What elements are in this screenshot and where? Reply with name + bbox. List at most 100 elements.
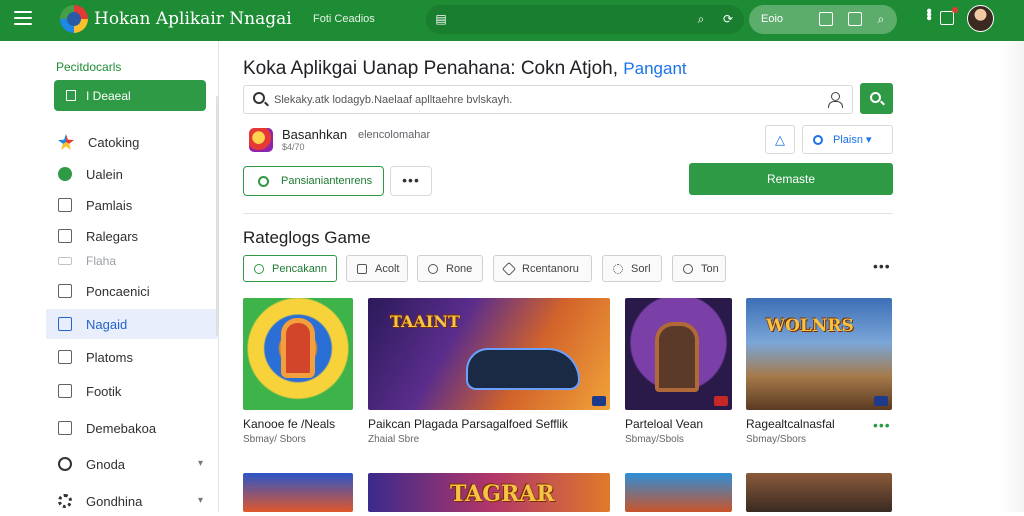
game-art-title: TAGRAR	[450, 481, 555, 507]
game-card-image[interactable]	[625, 473, 732, 512]
sidebar-item-label: Ualein	[86, 166, 123, 182]
chip-label: Pencakann	[272, 262, 328, 275]
game-card-image[interactable]: TAAINT	[368, 298, 610, 410]
sidebar-item-label: Footik	[86, 383, 122, 399]
game-card-image[interactable]: WOLNRS	[746, 298, 892, 410]
sidebar-item-label: Pamlais	[86, 197, 133, 213]
sidebar-primary-button[interactable]: I Deaeal	[54, 80, 206, 111]
search-icon	[258, 175, 269, 187]
game-card-title[interactable]: Paikcan Plagada Parsagalfoed Sefflik	[368, 417, 568, 431]
sidebar-item-gnoda[interactable]: Gnoda ▾	[46, 449, 219, 479]
primary-action-button[interactable]: Remaste	[689, 163, 893, 195]
top-link[interactable]: Foti Ceadios	[313, 13, 375, 25]
pill-label: Eoio	[761, 13, 784, 25]
filter-chip-pencakann[interactable]: Pencakann	[243, 255, 337, 282]
sidebar-item-flaha[interactable]: Flaha	[46, 246, 219, 276]
sidebar-item-ualein[interactable]: Ualein	[46, 159, 219, 189]
minus-icon	[58, 257, 72, 265]
page-title-link[interactable]: Pangant	[623, 59, 686, 78]
divider	[243, 213, 893, 214]
search-button[interactable]	[860, 83, 893, 114]
notification-icon[interactable]	[940, 7, 958, 25]
game-card-image[interactable]: TAGRAR	[368, 473, 610, 512]
search-icon	[253, 92, 265, 104]
sidebar-item-footik[interactable]: Footik	[46, 376, 219, 406]
check-circle-icon	[254, 263, 264, 274]
more-vertical-icon[interactable]: •••	[920, 8, 937, 19]
gear-icon	[58, 494, 72, 508]
game-card-title[interactable]: Kanooe fe /Neals	[243, 417, 335, 431]
page-edge	[1000, 41, 1024, 512]
bookmark-icon	[66, 90, 76, 101]
menu-icon[interactable]	[14, 11, 32, 29]
badge-icon	[592, 396, 606, 406]
game-card-subtitle: Sbmay/Sbols	[625, 434, 684, 445]
sidebar-item-demebakoa[interactable]: Demebakoa	[46, 413, 219, 443]
sidebar-item-label: Flaha	[86, 254, 117, 268]
app-name[interactable]: Basanhkan	[282, 127, 347, 142]
refresh-icon[interactable]: ⟳	[721, 12, 735, 26]
game-art-title: WOLNRS	[766, 316, 854, 336]
list-icon	[58, 350, 72, 364]
image-icon	[58, 384, 72, 398]
top-pill[interactable]: Eoio ⌕	[749, 5, 897, 34]
app-title: Hokan Aplikair Nnagai	[94, 9, 292, 29]
page-title-text: Koka Aplikgai Uanap Penahana: Cokn Atjoh…	[243, 58, 618, 79]
chip-label: Rcentanoru	[522, 262, 579, 275]
avatar[interactable]	[967, 5, 994, 32]
search-input[interactable]	[274, 91, 814, 109]
game-card-subtitle: Sbmay/ Sbors	[243, 434, 306, 445]
circle-icon	[58, 457, 72, 471]
sidebar-item-label: Gondhina	[86, 493, 143, 509]
filter-chip-sorl[interactable]: Sorl	[602, 255, 662, 282]
search-box	[243, 85, 853, 114]
zoom-icon[interactable]: ⌕	[874, 12, 888, 26]
sidebar-primary-label: I Deaeal	[86, 88, 131, 103]
game-card-image[interactable]	[625, 298, 732, 410]
filter-chip-acolt[interactable]: Acolt	[346, 255, 408, 282]
game-card-image[interactable]	[243, 473, 353, 512]
chip-label: Rone	[446, 262, 473, 275]
sidebar-item-platoms[interactable]: Platoms	[46, 342, 219, 372]
sidebar-item-pamlais[interactable]: Pamlais	[46, 190, 219, 220]
section-more-button[interactable]: •••	[873, 258, 891, 274]
plan-select[interactable]: Plaisn ▾	[802, 125, 893, 154]
layout-icon[interactable]: ▤	[434, 12, 448, 26]
chevron-down-icon[interactable]: ▾	[198, 495, 203, 506]
person-icon[interactable]	[828, 92, 843, 108]
chip-label: Ton	[701, 262, 719, 275]
game-card-image[interactable]	[243, 298, 353, 410]
document-icon	[58, 421, 72, 435]
app-logo[interactable]	[60, 5, 88, 33]
game-card-title[interactable]: Parteloal Vean	[625, 417, 703, 431]
sidebar-item-label: Demebakoa	[86, 420, 157, 436]
search-outline-button[interactable]: Pansianiantenrens	[243, 166, 384, 196]
sidebar: Pecitdocarls I Deaeal Catoking Ualein Pa…	[0, 41, 219, 512]
more-button[interactable]: •••	[390, 166, 432, 196]
flame-icon	[683, 263, 693, 274]
sidebar-item-poncaenici[interactable]: Poncaenici	[46, 276, 219, 306]
star-icon	[58, 134, 74, 150]
app-icon	[249, 128, 273, 152]
circle-icon	[813, 134, 823, 145]
search-icon[interactable]: ⌕	[694, 12, 708, 26]
top-search-bar[interactable]: ▤ ⌕ ⟳	[426, 5, 744, 34]
filter-chip-rcentanoru[interactable]: Rcentanoru	[493, 255, 592, 282]
game-card-subtitle: Sbmay/Sbors	[746, 434, 807, 445]
filter-chip-rone[interactable]: Rone	[417, 255, 483, 282]
game-card-image[interactable]	[746, 473, 892, 512]
grid-icon[interactable]	[819, 12, 833, 26]
sidebar-item-label: Platoms	[86, 349, 133, 365]
sidebar-item-nagaid[interactable]: Nagaid	[46, 309, 219, 339]
circle-check-icon	[58, 167, 72, 181]
image-icon[interactable]	[848, 12, 862, 26]
warning-button[interactable]: △	[765, 125, 795, 154]
top-app-bar: Hokan Aplikair Nnagai Foti Ceadios ▤ ⌕ ⟳…	[0, 0, 1024, 41]
chevron-down-icon[interactable]: ▾	[198, 458, 203, 469]
filter-chip-ton[interactable]: Ton	[672, 255, 726, 282]
gear-icon	[613, 263, 623, 274]
sidebar-scrollbar[interactable]	[216, 96, 219, 336]
sidebar-item-catoking[interactable]: Catoking	[46, 127, 219, 157]
game-card-title[interactable]: Ragealtcalnasfal	[746, 417, 835, 431]
card-more-button[interactable]: •••	[873, 417, 891, 433]
